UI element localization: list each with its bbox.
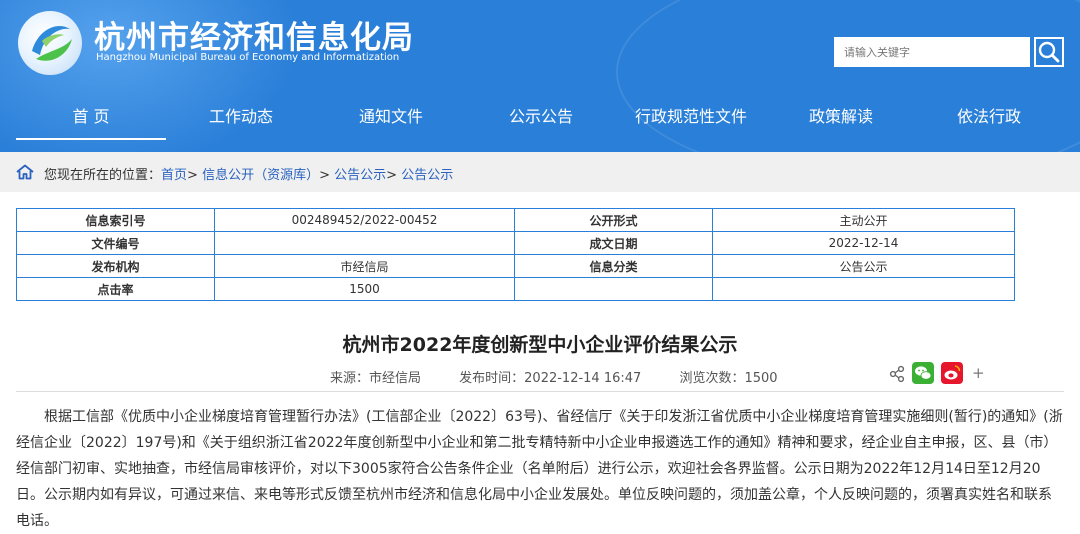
article-source: 来源：市经信局 xyxy=(330,371,422,386)
breadcrumb: 您现在所在的位置：首页> 信息公开（资源库）> 公告公示> 公告公示 xyxy=(44,164,453,183)
wechat-icon[interactable] xyxy=(912,362,934,384)
share-more-button[interactable]: + xyxy=(972,364,985,386)
breadcrumb-announcement-2[interactable]: 公告公示 xyxy=(401,168,453,183)
nav-normative-docs[interactable]: 行政规范性文件 xyxy=(616,98,766,138)
table-value: 主动公开 xyxy=(712,208,1015,232)
site-title: 杭州市经济和信息化局 xyxy=(94,20,414,56)
table-value: 公告公示 xyxy=(712,254,1015,278)
breadcrumb-separator: > xyxy=(386,168,398,183)
table-value: 市经信局 xyxy=(214,254,515,278)
table-value: 2022-12-14 xyxy=(712,231,1015,255)
nav-work-news[interactable]: 工作动态 xyxy=(166,98,316,138)
article-divider xyxy=(16,391,1064,392)
search-icon xyxy=(1038,41,1060,63)
breadcrumb-home[interactable]: 首页 xyxy=(161,168,187,183)
table-value xyxy=(712,277,1015,301)
table-label: 文件编号 xyxy=(16,231,215,255)
table-row: 发布机构 市经信局 信息分类 公告公示 xyxy=(16,254,1015,278)
table-row: 点击率 1500 xyxy=(16,277,1015,301)
table-label: 信息索引号 xyxy=(16,208,215,232)
table-row: 信息索引号 002489452/2022-00452 公开形式 主动公开 xyxy=(16,208,1015,232)
search-input[interactable] xyxy=(834,37,1030,67)
table-value: 002489452/2022-00452 xyxy=(214,208,515,232)
table-label: 成文日期 xyxy=(514,231,713,255)
table-label xyxy=(514,277,713,301)
table-value: 1500 xyxy=(214,277,515,301)
nav-home[interactable]: 首 页 xyxy=(16,98,166,140)
site-subtitle: Hangzhou Municipal Bureau of Economy and… xyxy=(96,52,400,63)
nav-announcements[interactable]: 公示公告 xyxy=(466,98,616,138)
table-row: 文件编号 成文日期 2022-12-14 xyxy=(16,231,1015,255)
article-body: 根据工信部《优质中小企业梯度培育管理暂行办法》(工信部企业〔2022〕63号)、… xyxy=(16,409,1063,529)
nav-policy-interpretation[interactable]: 政策解读 xyxy=(766,98,916,138)
breadcrumb-info-disclosure[interactable]: 信息公开（资源库） xyxy=(202,168,319,183)
article-title: 杭州市2022年度创新型中小企业评价结果公示 xyxy=(342,334,738,356)
breadcrumb-separator: > xyxy=(319,168,330,183)
logo-mark xyxy=(32,25,72,61)
breadcrumb-separator: > xyxy=(187,168,198,183)
table-label: 点击率 xyxy=(16,277,215,301)
search-button[interactable] xyxy=(1034,37,1064,67)
article-meta: 来源：市经信局 发布时间：2022-12-14 16:47 浏览次数：1500 xyxy=(330,367,812,386)
breadcrumb-announcement-1[interactable]: 公告公示 xyxy=(334,168,386,183)
nav-law-administration[interactable]: 依法行政 xyxy=(914,98,1064,138)
share-icon[interactable] xyxy=(888,362,906,384)
table-value xyxy=(214,231,515,255)
info-table: 信息索引号 002489452/2022-00452 公开形式 主动公开 文件编… xyxy=(16,208,1015,301)
table-label: 信息分类 xyxy=(514,254,713,278)
main-nav: 首 页 工作动态 通知文件 公示公告 行政规范性文件 政策解读 依法行政 xyxy=(0,98,1080,140)
nav-notices[interactable]: 通知文件 xyxy=(316,98,466,138)
article-views: 浏览次数：1500 xyxy=(679,371,778,386)
article-publish-time: 发布时间：2022-12-14 16:47 xyxy=(459,371,642,386)
table-label: 发布机构 xyxy=(16,254,215,278)
home-icon xyxy=(16,164,34,180)
table-label: 公开形式 xyxy=(514,208,713,232)
site-logo-icon[interactable] xyxy=(18,11,82,75)
weibo-icon[interactable] xyxy=(941,362,963,384)
breadcrumb-prefix: 您现在所在的位置： xyxy=(44,168,162,183)
